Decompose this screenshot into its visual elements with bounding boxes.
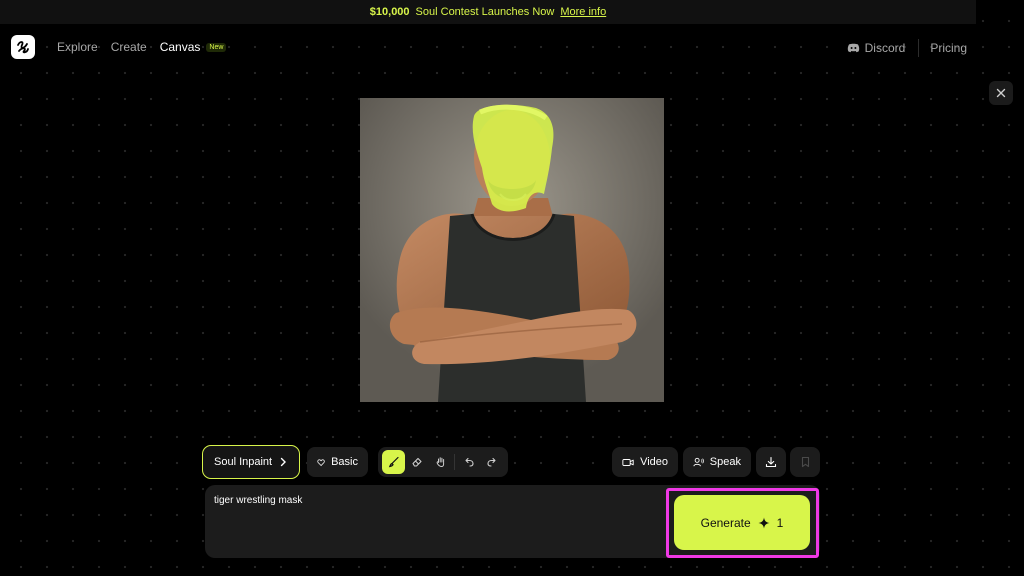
video-button[interactable]: Video <box>612 447 678 477</box>
banner-more-info-link[interactable]: More info <box>560 6 606 18</box>
photo-illustration <box>360 98 664 402</box>
nav-explore[interactable]: Explore <box>57 40 98 54</box>
nav-right: Discord Pricing <box>847 39 967 57</box>
generate-cost: 1 <box>776 515 784 530</box>
sparkle-icon <box>758 517 770 528</box>
eraser-icon <box>412 457 422 467</box>
brush-tool[interactable] <box>382 450 406 474</box>
speak-icon <box>693 457 704 467</box>
close-icon <box>996 88 1006 98</box>
pricing-link[interactable]: Pricing <box>930 41 967 55</box>
prompt-input[interactable]: tiger wrestling mask <box>214 495 654 550</box>
download-icon <box>765 456 777 468</box>
undo-icon <box>465 457 474 467</box>
heart-icon <box>317 458 325 466</box>
speak-button[interactable]: Speak <box>683 447 751 477</box>
save-button[interactable] <box>790 447 820 477</box>
redo-button[interactable] <box>481 450 504 474</box>
logo-icon[interactable] <box>11 35 35 59</box>
top-nav: Explore Create Canvas New Discord Pricin… <box>0 24 1024 70</box>
bookmark-icon <box>801 456 809 468</box>
download-button[interactable] <box>756 447 786 477</box>
tools-divider <box>454 454 456 470</box>
nav-canvas[interactable]: Canvas <box>160 40 201 54</box>
mask-tools <box>378 447 508 477</box>
speak-label: Speak <box>709 456 741 468</box>
close-button[interactable] <box>989 81 1013 105</box>
generate-label: Generate <box>700 515 751 530</box>
canvas-toolbar: Soul Inpaint Basic Video Speak <box>0 445 1024 479</box>
generate-button[interactable]: Generate 1 <box>674 495 810 550</box>
nav-divider <box>918 39 920 57</box>
chevron-right-icon <box>280 457 287 467</box>
redo-icon <box>487 457 496 467</box>
hand-tool[interactable] <box>429 450 452 474</box>
model-selector[interactable]: Soul Inpaint <box>202 445 301 479</box>
new-badge: New <box>206 42 227 52</box>
nav-create[interactable]: Create <box>111 40 147 54</box>
video-icon <box>622 458 634 466</box>
hand-icon <box>436 457 444 468</box>
video-label: Video <box>640 456 668 468</box>
brush-icon <box>388 456 399 468</box>
discord-icon <box>847 43 859 53</box>
discord-link[interactable]: Discord <box>847 41 906 55</box>
banner-prize: $10,000 <box>369 6 410 18</box>
canvas-image[interactable] <box>360 98 664 402</box>
style-selector[interactable]: Basic <box>307 447 368 477</box>
model-label: Soul Inpaint <box>214 456 273 468</box>
style-label: Basic <box>331 456 358 468</box>
discord-label: Discord <box>864 41 906 55</box>
promo-banner: $10,000 Soul Contest Launches Now More i… <box>0 0 976 24</box>
eraser-tool[interactable] <box>405 450 428 474</box>
banner-text: Soul Contest Launches Now <box>415 6 555 18</box>
nav-links: Explore Create Canvas New <box>57 40 227 54</box>
undo-button[interactable] <box>457 450 480 474</box>
